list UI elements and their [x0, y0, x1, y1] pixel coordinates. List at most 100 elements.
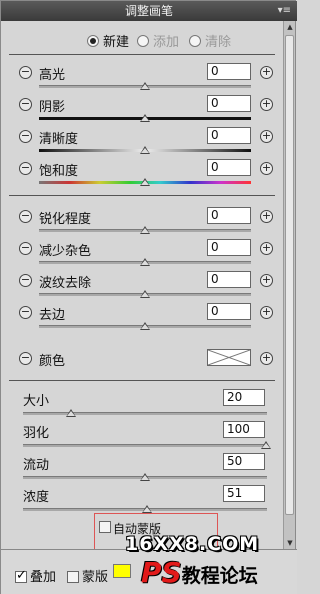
radio-icon	[189, 35, 201, 47]
shadows-label: 阴影	[39, 100, 66, 115]
decrease-saturation-button[interactable]: −	[19, 162, 32, 175]
slider-noise-reduction: − 减少杂色 0 +	[1, 239, 285, 271]
flow-input[interactable]: 50	[223, 453, 265, 470]
watermark-site: 16XX8.COM	[125, 533, 260, 555]
overlay-label: 叠加	[30, 570, 57, 585]
saturation-value-input[interactable]: 0	[207, 159, 251, 176]
shadows-slider-thumb[interactable]	[140, 114, 150, 122]
highlights-value-input[interactable]: 0	[207, 63, 251, 80]
scroll-down-icon[interactable]: ▼	[285, 537, 295, 549]
mask-label: 蒙版	[82, 570, 109, 585]
slider-moire-removal: − 波纹去除 0 +	[1, 271, 285, 303]
density-input[interactable]: 51	[223, 485, 265, 502]
flow-slider-thumb[interactable]	[140, 473, 150, 481]
decrease-clarity-button[interactable]: −	[19, 130, 32, 143]
decrease-sharpness-button[interactable]: −	[19, 210, 32, 223]
auto-mask-checkbox[interactable]	[99, 521, 111, 533]
increase-highlights-button[interactable]: +	[260, 66, 273, 79]
increase-saturation-button[interactable]: +	[260, 162, 273, 175]
increase-clarity-button[interactable]: +	[260, 130, 273, 143]
slider-clarity: − 清晰度 0 +	[1, 127, 285, 159]
feather-label: 羽化	[23, 426, 50, 441]
brush-size-row: 大小 20	[1, 389, 285, 419]
brush-size-slider-thumb[interactable]	[66, 409, 76, 417]
adjustment-brush-panel: 调整画笔 ▾≡ 新建 添加 清除 − 高光 0 + − 阴影 0 + − 清晰度…	[0, 0, 297, 594]
mode-new-label: 新建	[103, 35, 130, 50]
radio-icon	[137, 35, 149, 47]
moire-label: 波纹去除	[39, 276, 92, 291]
defringe-slider-thumb[interactable]	[140, 322, 150, 330]
feather-row: 羽化 100	[1, 421, 285, 451]
highlights-label: 高光	[39, 68, 66, 83]
panel-menu-icon[interactable]: ▾≡	[278, 1, 291, 21]
watermark-forum-text: 教程论坛	[181, 565, 258, 587]
increase-moire-button[interactable]: +	[260, 274, 273, 287]
flow-row: 流动 50	[1, 453, 285, 483]
flow-label: 流动	[23, 458, 50, 473]
increase-color-button[interactable]: +	[260, 352, 273, 365]
overlay-checkbox[interactable]	[15, 568, 27, 583]
density-slider-thumb[interactable]	[142, 505, 152, 513]
saturation-label: 饱和度	[39, 164, 79, 179]
panel-title: 调整画笔	[124, 4, 173, 18]
mask-option[interactable]: 蒙版	[67, 566, 108, 585]
saturation-slider-thumb[interactable]	[140, 178, 150, 186]
scrollbar-thumb[interactable]	[285, 35, 294, 515]
mask-color-swatch[interactable]	[113, 564, 131, 578]
no-color-icon	[207, 349, 251, 366]
moire-slider-thumb[interactable]	[140, 290, 150, 298]
mode-add-label: 添加	[153, 35, 180, 50]
separator	[9, 380, 275, 381]
density-label: 浓度	[23, 490, 50, 505]
moire-value-input[interactable]: 0	[207, 271, 251, 288]
color-swatch[interactable]	[207, 349, 251, 366]
clarity-label: 清晰度	[39, 132, 79, 147]
slider-sharpness: − 锐化程度 0 +	[1, 207, 285, 239]
radio-selected-icon	[87, 35, 99, 47]
decrease-noise-reduction-button[interactable]: −	[19, 242, 32, 255]
decrease-color-button[interactable]: −	[19, 352, 32, 365]
decrease-highlights-button[interactable]: −	[19, 66, 32, 79]
separator	[9, 195, 275, 196]
feather-input[interactable]: 100	[223, 421, 265, 438]
defringe-value-input[interactable]: 0	[207, 303, 251, 320]
clarity-slider-thumb[interactable]	[140, 146, 150, 154]
color-row: − 颜色 +	[1, 349, 285, 371]
slider-saturation: − 饱和度 0 +	[1, 159, 285, 191]
noise-reduction-label: 减少杂色	[39, 244, 92, 259]
increase-shadows-button[interactable]: +	[260, 98, 273, 111]
sharpness-slider-thumb[interactable]	[140, 226, 150, 234]
feather-slider-thumb[interactable]	[261, 441, 271, 449]
highlights-slider-thumb[interactable]	[140, 82, 150, 90]
shadows-value-input[interactable]: 0	[207, 95, 251, 112]
increase-noise-reduction-button[interactable]: +	[260, 242, 273, 255]
brush-size-track[interactable]	[23, 412, 267, 415]
mask-checkbox[interactable]	[67, 571, 79, 583]
watermark-forum: PS教程论坛	[141, 556, 258, 589]
brush-size-label: 大小	[23, 394, 50, 409]
sharpness-label: 锐化程度	[39, 212, 92, 227]
brush-size-input[interactable]: 20	[223, 389, 265, 406]
scroll-up-icon[interactable]: ▲	[285, 21, 295, 33]
panel-content: 新建 添加 清除 − 高光 0 + − 阴影 0 + − 清晰度 0 + − 饱…	[1, 21, 285, 549]
panel-titlebar: 调整画笔 ▾≡	[1, 1, 297, 21]
decrease-moire-button[interactable]: −	[19, 274, 32, 287]
defringe-label: 去边	[39, 308, 66, 323]
increase-defringe-button[interactable]: +	[260, 306, 273, 319]
noise-reduction-value-input[interactable]: 0	[207, 239, 251, 256]
feather-track[interactable]	[23, 444, 267, 447]
overlay-option[interactable]: 叠加	[15, 566, 56, 585]
watermark-ps: PS	[141, 556, 182, 589]
clarity-value-input[interactable]: 0	[207, 127, 251, 144]
decrease-shadows-button[interactable]: −	[19, 98, 32, 111]
noise-reduction-slider-thumb[interactable]	[140, 258, 150, 266]
decrease-defringe-button[interactable]: −	[19, 306, 32, 319]
color-label: 颜色	[39, 354, 66, 369]
slider-shadows: − 阴影 0 +	[1, 95, 285, 127]
panel-scrollbar[interactable]: ▲ ▼	[283, 21, 295, 549]
increase-sharpness-button[interactable]: +	[260, 210, 273, 223]
mode-erase-label: 清除	[205, 35, 232, 50]
slider-defringe: − 去边 0 +	[1, 303, 285, 335]
sharpness-value-input[interactable]: 0	[207, 207, 251, 224]
mode-erase-radio[interactable]: 清除	[189, 31, 269, 50]
